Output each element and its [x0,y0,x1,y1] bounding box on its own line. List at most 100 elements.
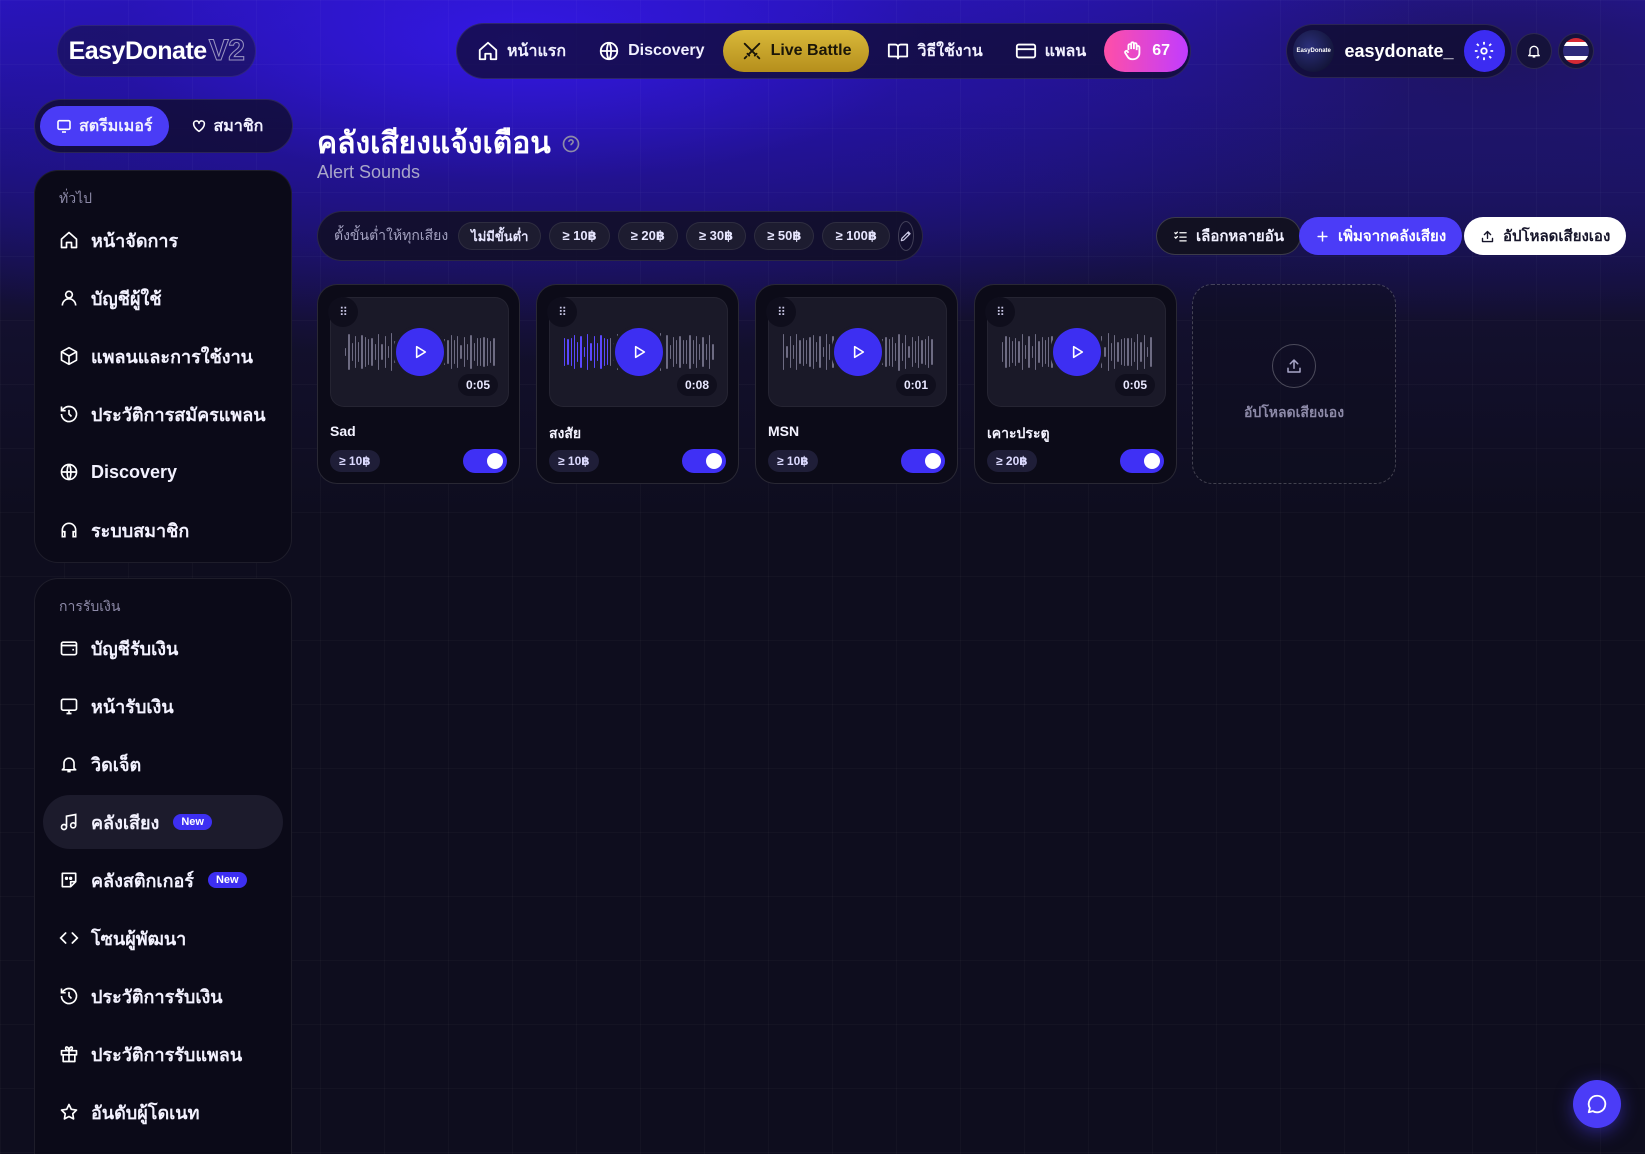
role-member-label: สมาชิก [213,117,264,135]
user-menu[interactable]: EasyDonate easydonate_ [1286,24,1512,78]
sound-duration: 0:05 [457,374,498,396]
nav-home[interactable]: หน้าแรก [463,30,580,72]
sound-card[interactable]: 0:05 ⠿ Sad ≥ 10฿ [317,284,520,484]
waveform-bar [931,338,933,366]
filter-chip-20[interactable]: ≥ 20฿ [617,222,678,250]
drag-handle-icon[interactable]: ⠿ [766,297,796,327]
sidebar-item-label: คลังเสียง [91,812,160,833]
sidebar-item-payout-accounts[interactable]: บัญชีรับเงิน [43,621,283,675]
filter-chip-none[interactable]: ไม่มีขั้นต่ำ [458,222,542,250]
sidebar-item-sticker-library[interactable]: คลังสติกเกอร์ New [43,853,283,907]
waveform-bar [1147,346,1149,358]
upload-own-button[interactable]: อัปโหลดเสียงเอง [1464,217,1627,255]
sidebar-item-payment-history[interactable]: ประวัติการรับเงิน [43,969,283,1023]
filter-chip-100[interactable]: ≥ 100฿ [822,222,890,250]
sound-enabled-toggle[interactable] [682,449,726,473]
waveform-bar [573,335,576,369]
sound-duration: 0:01 [895,374,936,396]
sound-card[interactable]: 0:08 ⠿ สงสัย ≥ 10฿ [536,284,739,484]
sound-name: เคาะประตู [987,425,1050,441]
sound-enabled-toggle[interactable] [901,449,945,473]
sound-card[interactable]: 0:05 ⠿ เคาะประตู ≥ 20฿ [974,284,1177,484]
help-icon[interactable] [561,134,581,154]
waveform-bar [1107,333,1109,371]
role-member-button[interactable]: สมาชิก [175,106,280,146]
sidebar-item-plans[interactable]: แพลนและการใช้งาน [43,329,283,383]
username: easydonate_ [1344,40,1454,61]
nav-live-battle[interactable]: Live Battle [722,30,870,72]
sound-min-amount[interactable]: ≥ 10฿ [768,450,818,472]
play-button[interactable] [834,328,882,376]
sound-duration: 0:08 [676,374,717,396]
edit-custom-min-button[interactable] [897,221,914,251]
waveform-bar [881,339,884,365]
notification-button[interactable] [1516,33,1552,69]
sound-name: สงสัย [549,425,582,441]
filter-chip-50[interactable]: ≥ 50฿ [754,222,815,250]
sidebar-item-dashboard[interactable]: หน้าจัดการ [43,213,283,267]
play-button[interactable] [615,328,663,376]
waveform-bar [583,347,586,357]
drag-handle-icon[interactable]: ⠿ [328,297,358,327]
play-button[interactable] [1053,328,1101,376]
history-icon [60,987,78,1005]
sound-card[interactable]: 0:01 ⠿ MSN ≥ 10฿ [755,284,958,484]
sidebar-item-label: ประวัติการรับแพลน [91,1044,243,1065]
role-streamer-button[interactable]: สตรีมเมอร์ [40,106,169,146]
chat-button[interactable] [1573,1080,1621,1128]
waveform-bar [1127,337,1129,367]
filter-chip-30[interactable]: ≥ 30฿ [685,222,747,250]
language-button[interactable] [1558,33,1594,69]
waveform-bar [1133,342,1136,362]
sound-enabled-toggle[interactable] [1120,449,1164,473]
brand-logo[interactable]: EasyDonate V2 [57,25,256,77]
nav-home-label: หน้าแรก [507,42,567,60]
waveform-bar [384,335,386,369]
nav-plan[interactable]: แพลน [1001,30,1101,72]
waveform-bar [666,335,668,369]
points-button[interactable]: 67 [1104,30,1189,72]
upload-sound-card[interactable]: อัปโหลดเสียงเอง [1192,284,1396,484]
drag-handle-icon[interactable]: ⠿ [985,297,1015,327]
sidebar-item-widgets[interactable]: วิดเจ็ต [43,737,283,791]
waveform-bar [1038,340,1040,364]
waveform-bar [822,346,824,358]
sidebar-item-plan-received-history[interactable]: ประวัติการรับแพลน [43,1027,283,1081]
waveform-bar [1143,335,1146,369]
filter-chip-10[interactable]: ≥ 10฿ [549,222,610,250]
settings-button[interactable] [1463,30,1505,72]
sidebar-item-developer[interactable]: โซนผู้พัฒนา [43,911,283,965]
sound-min-amount[interactable]: ≥ 20฿ [987,450,1037,472]
sound-enabled-toggle[interactable] [463,449,507,473]
sidebar-item-sound-library[interactable]: คลังเสียง New [43,795,283,849]
sidebar-item-donation-page[interactable]: หน้ารับเงิน [43,679,283,733]
sound-min-amount[interactable]: ≥ 10฿ [549,450,599,472]
sidebar-item-account[interactable]: บัญชีผู้ใช้ [43,271,283,325]
home-icon [60,231,78,249]
add-from-library-button[interactable]: เพิ่มจากคลังเสียง [1299,217,1463,255]
sound-min-amount[interactable]: ≥ 10฿ [330,450,380,472]
waveform-bar [676,340,678,364]
waveform-bar [606,338,609,366]
sidebar-item-plan-history[interactable]: ประวัติการสมัครแพลน [43,387,283,441]
waveform-bar [1025,345,1027,359]
waveform-bar [600,334,602,370]
home-icon [478,41,498,61]
sidebar-item-donor-ranking[interactable]: อันดับผู้โดเนท [43,1085,283,1139]
sidebar-item-discovery[interactable]: Discovery [43,445,283,499]
nav-plan-label: แพลน [1044,42,1087,60]
multi-select-button[interactable]: เลือกหลายอัน [1156,217,1301,255]
waveform-bar [692,339,694,365]
play-button[interactable] [396,328,444,376]
waveform-bar [387,346,390,358]
waveform-bar [603,337,605,367]
waveform-bar [610,337,612,367]
sidebar-item-membership[interactable]: ระบบสมาชิก [43,503,283,557]
nav-guide[interactable]: วิธีใช้งาน [873,30,996,72]
waveform-bar [898,333,900,371]
headset-icon [61,522,77,538]
waveform-bar [1150,337,1152,367]
drag-handle-icon[interactable]: ⠿ [547,297,577,327]
bell-icon [1528,45,1540,58]
nav-discovery[interactable]: Discovery [584,30,719,72]
